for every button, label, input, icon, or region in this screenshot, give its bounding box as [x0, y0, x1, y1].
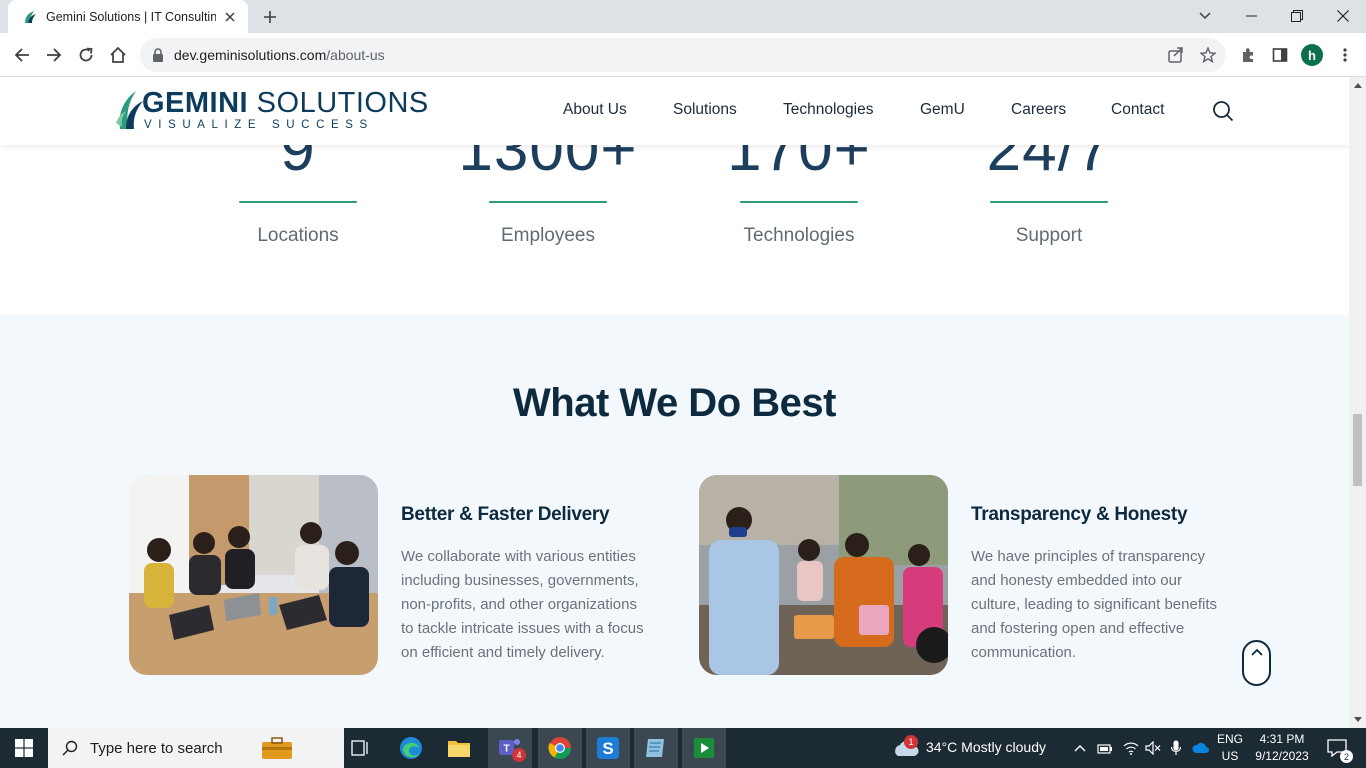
stat-label: Technologies — [743, 225, 855, 246]
skype-s-app-icon[interactable]: S — [586, 728, 630, 768]
nav-gemu[interactable]: GemU — [920, 101, 965, 119]
chevron-up-icon[interactable] — [1070, 728, 1090, 768]
stat-divider — [740, 201, 858, 203]
tab-strip: Gemini Solutions | IT Consulting, — [0, 0, 1366, 33]
page-scrollbar[interactable] — [1349, 77, 1366, 728]
stat-label: Employees — [501, 225, 595, 246]
nav-careers[interactable]: Careers — [1011, 101, 1066, 119]
search-icon[interactable] — [1212, 100, 1234, 122]
gemini-favicon-icon — [25, 10, 36, 23]
nav-about-us[interactable]: About Us — [563, 101, 627, 119]
section-title: What We Do Best — [513, 381, 836, 425]
logo-tagline: VISUALIZE SUCCESS — [144, 119, 374, 131]
tab-search-icon[interactable] — [1182, 0, 1228, 32]
back-button[interactable] — [8, 41, 36, 69]
gemini-logo[interactable]: GEMINI SOLUTIONS VISUALIZE SUCCESS — [116, 85, 428, 135]
card-title-delivery: Better & Faster Delivery — [401, 504, 610, 525]
scroll-up-arrow-icon[interactable] — [1353, 81, 1362, 89]
community-outreach-photo — [699, 475, 948, 675]
taskbar-search-placeholder: Type here to search — [90, 739, 223, 757]
chrome-icon[interactable] — [538, 728, 582, 768]
stat-divider — [489, 201, 607, 203]
page-viewport: 9 Locations 1300+ Employees 170+ Technol… — [0, 77, 1349, 728]
nav-solutions[interactable]: Solutions — [673, 101, 737, 119]
url-host: dev.geminisolutions.com — [174, 47, 327, 63]
stat-label: Locations — [257, 225, 339, 246]
wifi-icon[interactable] — [1120, 728, 1142, 768]
scroll-down-arrow-icon[interactable] — [1353, 715, 1362, 723]
clock-date[interactable]: 9/12/2023 — [1250, 749, 1314, 763]
close-tab-icon[interactable] — [222, 9, 238, 25]
card-title-transparency: Transparency & Honesty — [971, 504, 1188, 525]
notification-center-icon[interactable]: 2 — [1320, 728, 1354, 768]
side-panel-icon[interactable] — [1266, 41, 1294, 69]
microphone-icon[interactable] — [1166, 728, 1186, 768]
nav-technologies[interactable]: Technologies — [783, 101, 873, 119]
language-top[interactable]: ENG — [1216, 732, 1244, 746]
profile-avatar[interactable]: h — [1301, 44, 1323, 66]
lock-icon[interactable] — [152, 48, 164, 62]
edge-browser-icon[interactable] — [394, 728, 428, 768]
home-button[interactable] — [104, 41, 132, 69]
team-meeting-photo — [129, 475, 378, 675]
scroll-to-top-button[interactable] — [1242, 640, 1271, 686]
task-view-icon[interactable] — [344, 728, 376, 768]
minimize-button[interactable] — [1228, 0, 1274, 32]
onedrive-icon[interactable] — [1190, 728, 1212, 768]
file-explorer-icon[interactable] — [442, 728, 476, 768]
share-icon[interactable] — [1162, 41, 1190, 69]
weather-badge: 1 — [904, 735, 918, 749]
extensions-icon[interactable] — [1234, 41, 1262, 69]
clock-time[interactable]: 4:31 PM — [1250, 732, 1314, 746]
language-bottom[interactable]: US — [1216, 749, 1244, 763]
battery-icon[interactable] — [1094, 728, 1116, 768]
browser-tab[interactable]: Gemini Solutions | IT Consulting, — [8, 0, 248, 33]
taskbar-search-box[interactable]: Type here to search — [48, 728, 344, 768]
scrollbar-thumb[interactable] — [1353, 414, 1362, 486]
menu-kebab-icon[interactable] — [1331, 41, 1359, 69]
url-text[interactable]: dev.geminisolutions.com/about-us — [174, 47, 385, 63]
search-icon — [62, 740, 78, 756]
briefcase-icon — [262, 737, 292, 759]
logo-word-solutions: SOLUTIONS — [248, 87, 429, 119]
svg-text:T: T — [503, 744, 509, 755]
stat-divider — [990, 201, 1108, 203]
media-player-icon[interactable] — [682, 728, 726, 768]
tab-title: Gemini Solutions | IT Consulting, — [46, 9, 216, 24]
bookmark-star-icon[interactable] — [1194, 41, 1222, 69]
svg-text:S: S — [602, 739, 613, 758]
stat-label: Support — [1015, 225, 1083, 246]
logo-wordmark: GEMINI SOLUTIONS — [142, 87, 429, 120]
start-windows-icon[interactable] — [0, 728, 48, 768]
speaker-muted-icon[interactable] — [1142, 728, 1164, 768]
new-tab-button[interactable] — [258, 5, 282, 29]
nav-contact[interactable]: Contact — [1111, 101, 1164, 119]
weather-text[interactable]: 34°C Mostly cloudy — [926, 739, 1046, 755]
logo-leaf-icon — [116, 91, 143, 129]
forward-button[interactable] — [40, 41, 68, 69]
notepad-app-icon[interactable] — [634, 728, 678, 768]
url-path: /about-us — [326, 47, 385, 63]
browser-toolbar: dev.geminisolutions.com/about-us h — [0, 33, 1366, 77]
reload-button[interactable] — [72, 41, 100, 69]
card-text-transparency: We have principles of transparency and h… — [971, 548, 1217, 661]
what-we-do-best-section: What We Do Best Better & Faster Delivery… — [0, 315, 1349, 728]
windows-taskbar: Type here to search T 4 S 1 34°C Mostly … — [0, 728, 1366, 768]
card-text-delivery: We collaborate with various entities inc… — [401, 548, 644, 661]
stat-divider — [239, 201, 357, 203]
logo-word-gemini: GEMINI — [142, 87, 249, 119]
teams-icon[interactable]: T 4 — [488, 728, 532, 768]
chevron-up-icon — [1250, 648, 1263, 656]
site-header: GEMINI SOLUTIONS VISUALIZE SUCCESS About… — [0, 77, 1349, 145]
teams-badge: 4 — [512, 748, 526, 762]
notification-count: 2 — [1340, 750, 1353, 763]
close-window-button[interactable] — [1320, 0, 1366, 32]
address-bar[interactable]: dev.geminisolutions.com/about-us — [140, 38, 1226, 72]
restore-button[interactable] — [1274, 0, 1320, 32]
